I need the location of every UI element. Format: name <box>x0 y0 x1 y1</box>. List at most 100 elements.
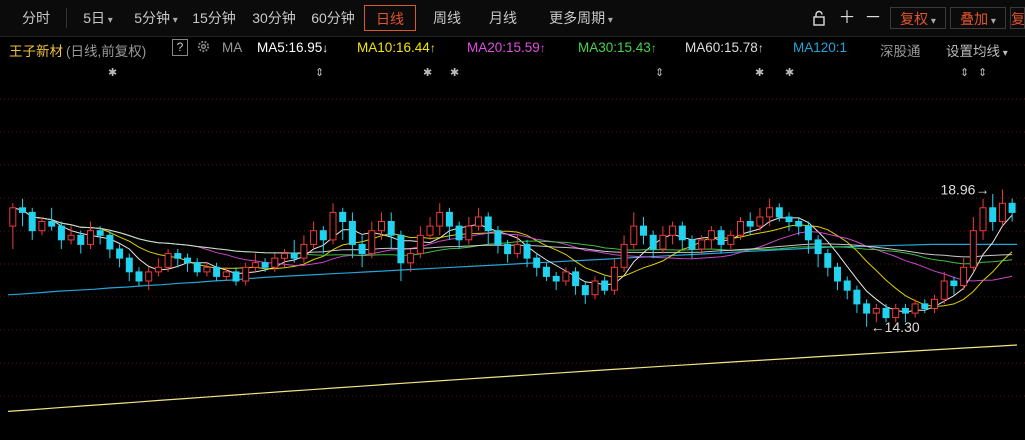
candle-body <box>164 253 172 268</box>
exchange-connect[interactable]: 深股通 <box>880 40 921 60</box>
candle-body <box>911 303 919 314</box>
candle-body <box>57 225 65 241</box>
adjust-dropdown[interactable]: 复权 <box>890 7 946 29</box>
candle-body <box>882 308 890 319</box>
candle-body <box>610 266 618 291</box>
candle-body <box>145 271 153 282</box>
candle-body <box>562 271 570 282</box>
candle-body <box>969 230 977 268</box>
candle-body <box>649 234 657 250</box>
candle-body <box>601 280 609 291</box>
candle-body <box>475 216 482 227</box>
period-60min[interactable]: 60分钟 <box>305 5 361 31</box>
candle-body <box>416 234 424 255</box>
kline-chart[interactable]: 18.96→ ←14.30 ✱ ⇕ ✱ ✱ ⇕ ✱ ✱ ⇕ ⇕ <box>0 60 1025 440</box>
overlay-dropdown[interactable]: 叠加 <box>950 7 1006 29</box>
candle-body <box>775 207 783 218</box>
candle-body <box>242 266 250 282</box>
candle-body <box>445 211 453 227</box>
candle-body <box>746 221 754 227</box>
candle-body <box>863 303 871 314</box>
candle-body <box>397 234 405 264</box>
candle-body <box>28 211 36 232</box>
period-5min[interactable]: 5分钟 <box>130 5 182 31</box>
candle-body <box>834 266 841 282</box>
candle-body <box>572 271 580 287</box>
candle-body <box>184 257 191 264</box>
candle-body <box>523 243 531 259</box>
candle-body <box>940 280 948 300</box>
ma250-line <box>7 344 1018 412</box>
period-monthly[interactable]: 月线 <box>480 5 526 31</box>
up-arrow-icon: ↑ <box>650 41 657 55</box>
candle-body <box>960 266 968 287</box>
candle-body <box>795 221 803 227</box>
period-daily[interactable]: 日线 <box>364 5 416 31</box>
period-15min[interactable]: 15分钟 <box>186 5 242 31</box>
candle-body <box>271 257 279 268</box>
candle-body <box>678 225 686 241</box>
candle-body <box>630 225 638 245</box>
candle-body <box>436 211 444 227</box>
event-marker-icon: ✱ <box>785 66 794 79</box>
candle-body <box>853 289 861 305</box>
stock-name: 王子新材 <box>9 44 63 59</box>
candle-body <box>989 207 997 223</box>
ma60-value: MA60:15.78↑ <box>685 40 764 55</box>
candle-body <box>116 248 124 259</box>
down-arrow-icon: ↓ <box>322 41 329 55</box>
event-marker-icon: ✱ <box>423 66 432 79</box>
chart-mode: (日线,前复权) <box>66 44 147 59</box>
candle-body <box>785 216 793 223</box>
ma5-value: MA5:16.95↓ <box>257 40 329 55</box>
period-weekly[interactable]: 周线 <box>424 5 470 31</box>
candle-body <box>339 211 347 222</box>
period-intraday[interactable]: 分时 <box>12 5 60 31</box>
candle-body <box>766 207 774 218</box>
event-marker-icon: ⇕ <box>978 66 987 79</box>
candle-body <box>310 230 318 245</box>
candle-body <box>319 230 327 241</box>
candle-body <box>232 271 240 282</box>
candle-body <box>193 262 201 273</box>
candle-body <box>552 275 560 282</box>
lock-icon[interactable] <box>808 7 830 29</box>
gear-icon[interactable] <box>196 39 211 57</box>
candle-body <box>707 230 715 241</box>
period-30min[interactable]: 30分钟 <box>246 5 302 31</box>
candle-body <box>620 243 628 268</box>
candle-body <box>484 216 492 232</box>
candle-body <box>737 221 744 236</box>
ma-label: MA <box>222 40 243 55</box>
candle-body <box>669 225 677 236</box>
candle-body <box>378 221 385 232</box>
candle-body <box>455 225 463 241</box>
ma10-value: MA10:16.44↑ <box>357 40 436 55</box>
candle-body <box>300 243 308 259</box>
ma60-line <box>12 207 1013 258</box>
plus-icon[interactable]: ＋ <box>836 7 858 29</box>
candle-body <box>213 266 221 277</box>
extra-button[interactable]: 复 <box>1010 7 1025 29</box>
candle-body <box>87 230 94 245</box>
period-5day[interactable]: 5日 <box>70 5 126 31</box>
minus-icon[interactable]: － <box>862 7 884 29</box>
candle-body <box>96 230 104 236</box>
candle-body <box>281 253 288 259</box>
ma5-line <box>12 207 1013 313</box>
candle-body <box>1008 202 1016 213</box>
help-button[interactable]: ? <box>172 39 188 56</box>
candle-body <box>950 280 958 287</box>
candle-body <box>358 243 366 255</box>
candle-body <box>290 253 298 259</box>
candle-body <box>465 225 473 241</box>
ma30-value: MA30:15.43↑ <box>578 40 657 55</box>
candle-body <box>804 225 812 241</box>
candle-body <box>824 253 832 268</box>
ma-settings-dropdown[interactable]: 设置均线 ▾ <box>946 40 1008 60</box>
candle-body <box>48 221 56 227</box>
candle-body <box>872 308 880 314</box>
ma120-value: MA120:1 <box>793 40 848 55</box>
period-more[interactable]: 更多周期 <box>538 5 624 31</box>
candle-body <box>329 211 337 241</box>
